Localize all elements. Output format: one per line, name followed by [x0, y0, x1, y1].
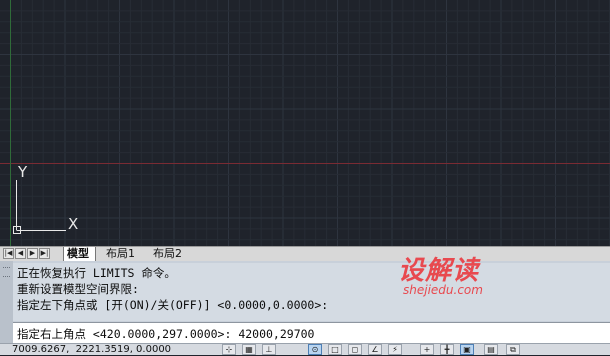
polar-tracking-icon[interactable]: ⊙	[308, 344, 322, 355]
transparency-icon[interactable]: ▣	[460, 344, 474, 355]
tab-layout1[interactable]: 布局1	[103, 247, 141, 261]
lineweight-icon[interactable]: ╋	[440, 344, 454, 355]
tab-model[interactable]: 模型	[63, 247, 96, 261]
command-history: 正在恢复执行 LIMITS 命令。 重新设置模型空间界限: 指定左下角点或 [开…	[13, 263, 610, 321]
last-tab-button[interactable]: ▶|	[39, 248, 50, 259]
ucs-y-label: Y	[17, 163, 28, 181]
coordinate-readout: 7009.6267, 2221.3519, 0.0000	[12, 344, 172, 355]
first-tab-button[interactable]: |◀	[3, 248, 14, 259]
quick-properties-icon[interactable]: ▤	[484, 344, 498, 355]
watermark-title: 设解读	[398, 256, 480, 286]
ucs-x-label: X	[68, 215, 78, 233]
previous-tab-button[interactable]: ◀	[15, 248, 26, 259]
next-tab-button[interactable]: ▶	[27, 248, 38, 259]
object-snap-tracking-icon[interactable]: ∠	[368, 344, 382, 355]
ucs-icon: YX	[13, 163, 78, 234]
command-prompt-text: 指定右上角点 <420.0000,297.0000>: 42000,29700	[17, 327, 315, 341]
drawing-area[interactable]: YX	[0, 0, 610, 246]
command-window: 正在恢复执行 LIMITS 命令。 重新设置模型空间界限: 指定左下角点或 [开…	[0, 261, 610, 343]
command-input[interactable]: 指定右上角点 <420.0000,297.0000>: 42000,29700	[13, 322, 610, 343]
snap-toggle-icon[interactable]: ⊹	[222, 344, 236, 355]
selection-cycling-icon[interactable]: ⧉	[506, 344, 520, 355]
object-snap-icon[interactable]: □	[328, 344, 342, 355]
status-bar: 7009.6267, 2221.3519, 0.0000 ⊹ ▦ ⊥ ⊙ □ ◻ ∠ ⚡ + ╋ ▣…	[0, 343, 610, 355]
drawing-grid: YX	[0, 0, 610, 246]
command-history-line: 正在恢复执行 LIMITS 命令。	[17, 266, 176, 280]
command-history-line: 指定左下角点或 [开(ON)/关(OFF)] <0.0000,0.0000>:	[17, 298, 329, 312]
watermark-logo: 设解读 shejiedu.com	[398, 250, 518, 300]
command-history-line: 重新设置模型空间界限:	[17, 282, 139, 296]
watermark-url: shejiedu.com	[403, 283, 483, 297]
layout-tab-bar: |◀ ◀ ▶ ▶| 模型 布局1 布局2	[0, 246, 610, 261]
grid-display-icon[interactable]: ▦	[242, 344, 256, 355]
tab-layout2[interactable]: 布局2	[150, 247, 188, 261]
command-window-grip[interactable]	[0, 261, 13, 343]
ortho-toggle-icon[interactable]: ⊥	[262, 344, 276, 355]
dynamic-input-icon[interactable]: +	[420, 344, 434, 355]
3d-object-snap-icon[interactable]: ◻	[348, 344, 362, 355]
dynamic-ucs-icon[interactable]: ⚡	[388, 344, 402, 355]
